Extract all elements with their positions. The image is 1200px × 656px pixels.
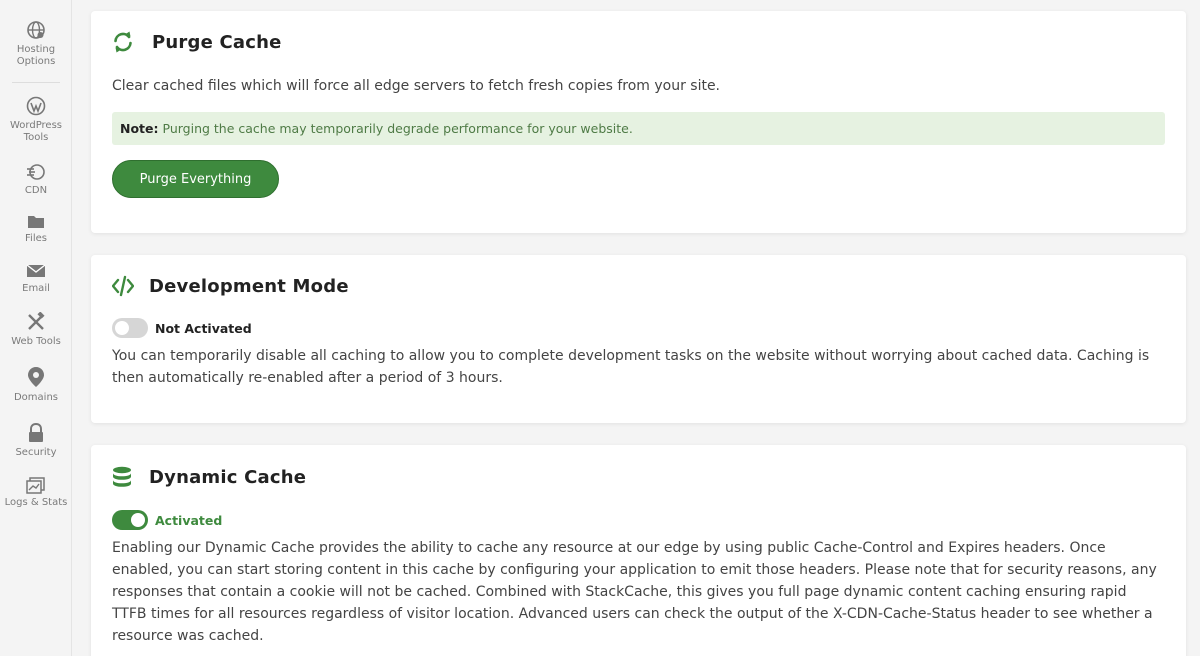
sidebar-item-label: CDN [24, 185, 48, 196]
sidebar-item-security[interactable]: Security [0, 423, 72, 459]
lock-icon [29, 423, 43, 442]
code-icon [112, 275, 134, 297]
development-mode-description: You can temporarily disable all caching … [112, 348, 1150, 386]
purge-cache-note: Note: Purging the cache may temporarily … [112, 112, 1165, 145]
note-text: Purging the cache may temporarily degrad… [162, 121, 633, 136]
app: Hosting Options WordPress Tools CDN File… [0, 0, 1200, 656]
cdn-icon [27, 164, 45, 180]
database-icon [113, 466, 131, 487]
tools-icon [28, 312, 45, 330]
toggle-status-label: Not Activated [155, 320, 252, 336]
wordpress-icon [26, 96, 46, 116]
dynamic-cache-header: Dynamic Cache [112, 466, 306, 488]
development-mode-toggle-row: Not Activated [112, 318, 252, 338]
toggle-knob [115, 321, 129, 335]
development-mode-header: Development Mode [112, 275, 349, 297]
dynamic-cache-toggle[interactable] [112, 510, 148, 530]
dynamic-cache-card: Dynamic Cache Activated Enabling our Dyn… [91, 445, 1186, 656]
sidebar-item-domains[interactable]: Domains [0, 366, 72, 404]
section-title: Development Mode [149, 275, 349, 297]
sidebar-item-email[interactable]: Email [0, 263, 72, 295]
folder-icon [28, 216, 44, 228]
sidebar-item-hosting-options[interactable]: Hosting Options [0, 20, 72, 68]
envelope-icon [26, 264, 46, 277]
dynamic-cache-toggle-row: Activated [112, 510, 222, 530]
toggle-knob [131, 513, 145, 527]
sidebar-item-label: Hosting Options [16, 44, 56, 67]
purge-everything-button[interactable]: Purge Everything [112, 160, 279, 198]
sidebar-item-label: WordPress Tools [9, 120, 63, 143]
sidebar-item-label: Web Tools [11, 336, 61, 347]
purge-cache-card: Purge Cache Clear cached files which wil… [91, 11, 1186, 233]
purge-cache-header: Purge Cache [112, 31, 282, 53]
sidebar-item-label: Email [22, 283, 50, 294]
map-pin-icon [28, 367, 44, 387]
development-mode-toggle[interactable] [112, 318, 148, 338]
section-title: Dynamic Cache [149, 466, 307, 488]
sidebar-divider [12, 82, 60, 83]
sidebar-item-label: Files [25, 233, 47, 244]
sidebar-item-wordpress-tools[interactable]: WordPress Tools [0, 96, 72, 144]
sidebar: Hosting Options WordPress Tools CDN File… [0, 0, 72, 656]
sidebar-item-label: Logs & Stats [4, 497, 68, 508]
refresh-icon [114, 31, 132, 53]
sidebar-item-logs-stats[interactable]: Logs & Stats [0, 477, 72, 509]
logs-icon [26, 477, 45, 494]
purge-cache-description: Clear cached files which will force all … [112, 78, 721, 94]
sidebar-item-web-tools[interactable]: Web Tools [0, 312, 72, 348]
sidebar-item-files[interactable]: Files [0, 213, 72, 245]
sidebar-item-label: Domains [13, 392, 58, 403]
dynamic-cache-description: Enabling our Dynamic Cache provides the … [112, 540, 1157, 644]
toggle-status-label: Activated [155, 512, 223, 528]
development-mode-card: Development Mode Not Activated You can t… [91, 255, 1186, 423]
note-label: Note: [120, 121, 159, 136]
sidebar-item-cdn[interactable]: CDN [0, 163, 72, 197]
sidebar-item-label: Security [15, 447, 57, 458]
globe-icon [27, 21, 45, 39]
page-title: Purge Cache [152, 31, 282, 53]
